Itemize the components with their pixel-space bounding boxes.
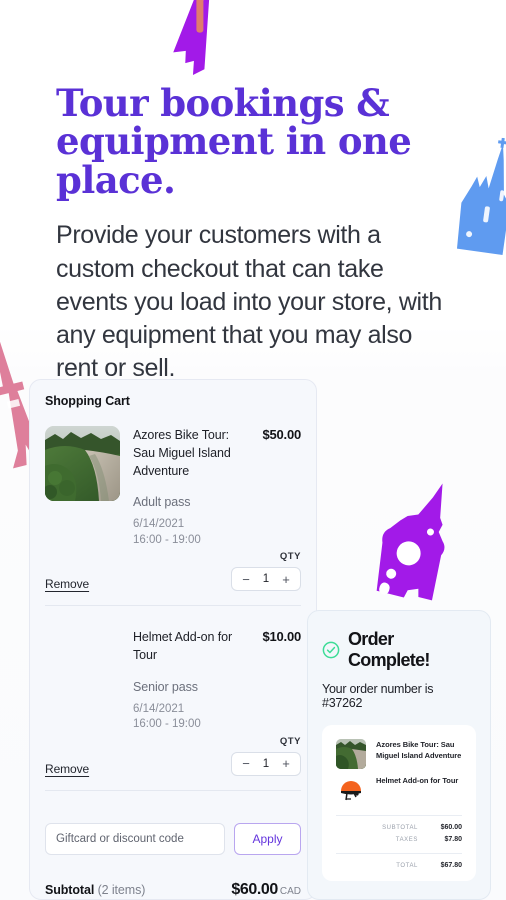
check-circle-icon	[322, 641, 340, 659]
helmet-icon	[336, 775, 366, 805]
quantity-block: QTY − 1 +	[231, 551, 301, 592]
summary-subtotal-label: SUBTOTAL	[382, 825, 418, 831]
castle-icon	[447, 133, 506, 268]
cart-item-datetime: 6/14/2021 16:00 - 19:00	[133, 517, 249, 548]
quantity-label: QTY	[279, 551, 301, 563]
cart-item-time: 16:00 - 19:00	[133, 718, 201, 731]
church-steeple-icon	[358, 470, 468, 610]
cart-item-time: 16:00 - 19:00	[133, 533, 201, 546]
summary-line-subtotal: SUBTOTAL $60.00	[336, 824, 462, 831]
cart-item-name: Azores Bike Tour: Sau Miguel Island Adve…	[133, 428, 231, 478]
cart-item-date: 6/14/2021	[133, 518, 185, 531]
summary-line-total: TOTAL $67.80	[336, 862, 462, 869]
cart-item-date: 6/14/2021	[133, 702, 185, 715]
cart-item-variant: Senior pass	[133, 679, 198, 694]
cart-item-datetime: 6/14/2021 16:00 - 19:00	[133, 702, 249, 733]
apply-discount-button[interactable]: Apply	[234, 822, 301, 855]
item-divider	[45, 789, 301, 791]
landing-page: Tour bookings & equipment in one place. …	[0, 0, 506, 900]
order-summary-item-name: Helmet Add-on for Tour	[376, 776, 459, 785]
remove-item-link[interactable]: Remove	[45, 577, 89, 591]
page-title-line1: Tour bookings &	[56, 81, 390, 125]
hero-subtitle: Provide your customers with a custom che…	[56, 221, 442, 383]
product-thumbnail	[336, 739, 366, 769]
hero-section: Tour bookings & equipment in one place. …	[56, 84, 450, 386]
cart-item-info: Helmet Add-on for Tour Senior pass 6/14/…	[133, 628, 249, 733]
summary-taxes-label: TAXES	[395, 837, 418, 843]
quantity-block: QTY − 1 +	[231, 736, 301, 776]
summary-line-taxes: TAXES $7.80	[336, 836, 462, 843]
summary-taxes-value: $7.80	[444, 836, 462, 843]
subtotal-amount: $60.00	[231, 880, 278, 898]
order-complete-header: Order Complete!	[322, 629, 476, 671]
cart-item-name: Helmet Add-on for Tour	[133, 630, 233, 663]
quantity-increment-button[interactable]: +	[276, 568, 296, 590]
order-summary-item-name: Azores Bike Tour: Sau Miguel Island Adve…	[376, 740, 462, 760]
order-complete-card: Order Complete! Your order number is #37…	[307, 610, 491, 900]
cart-item-price: $50.00	[262, 427, 301, 442]
quantity-stepper[interactable]: − 1 +	[231, 751, 301, 776]
quantity-value: 1	[262, 757, 270, 770]
quantity-decrement-button[interactable]: −	[236, 568, 256, 590]
page-title: Tour bookings & equipment in one place.	[56, 81, 450, 202]
quantity-label: QTY	[279, 735, 301, 747]
subtotal-label: Subtotal	[45, 882, 95, 897]
shopping-cart-card: Shopping Cart Azores Bike Tour: Sau Migu…	[29, 379, 317, 900]
product-thumbnail	[45, 628, 120, 703]
windmill-icon	[135, 0, 252, 87]
subtotal-amount-group: $60.00 CAD	[231, 881, 301, 899]
quantity-increment-button[interactable]: +	[276, 753, 296, 775]
cart-item-controls: Remove QTY − 1 +	[45, 736, 301, 776]
order-complete-title: Order Complete!	[348, 629, 430, 670]
cart-item-variant: Adult pass	[133, 495, 191, 510]
cart-item-row: Azores Bike Tour: Sau Miguel Island Adve…	[45, 426, 301, 548]
cart-title: Shopping Cart	[45, 394, 130, 408]
subtotal-row: Subtotal (2 items) $60.00 CAD	[45, 881, 301, 899]
page-title-line2: equipment in one place.	[56, 119, 412, 202]
summary-divider	[336, 853, 462, 854]
summary-divider	[336, 815, 462, 816]
cart-item-price: $10.00	[262, 629, 301, 645]
order-summary-item: Azores Bike Tour: Sau Miguel Island Adve…	[336, 739, 462, 769]
discount-code-input[interactable]	[45, 822, 225, 855]
cart-item: Azores Bike Tour: Sau Miguel Island Adve…	[45, 426, 301, 616]
cart-item-info: Azores Bike Tour: Sau Miguel Island Adve…	[133, 426, 249, 548]
summary-subtotal-value: $60.00	[440, 824, 462, 831]
item-divider	[45, 605, 301, 607]
quantity-stepper[interactable]: − 1 +	[231, 567, 301, 592]
quantity-value: 1	[262, 573, 270, 586]
cart-item-controls: Remove QTY − 1 +	[45, 551, 301, 592]
subtotal-currency: CAD	[279, 885, 301, 897]
order-number-text: Your order number is #37262	[322, 682, 434, 710]
discount-row: Apply	[45, 822, 301, 855]
remove-item-link[interactable]: Remove	[45, 762, 89, 776]
summary-total-value: $67.80	[440, 862, 462, 869]
summary-total-label: TOTAL	[396, 863, 418, 869]
order-summary-panel: Azores Bike Tour: Sau Miguel Island Adve…	[322, 725, 476, 881]
quantity-decrement-button[interactable]: −	[236, 753, 256, 775]
cart-item: Helmet Add-on for Tour Senior pass 6/14/…	[45, 628, 301, 801]
subtotal-label-group: Subtotal (2 items)	[45, 883, 145, 897]
cart-item-row: Helmet Add-on for Tour Senior pass 6/14/…	[45, 628, 301, 733]
subtotal-item-count: (2 items)	[97, 882, 146, 897]
order-summary-item: Helmet Add-on for Tour	[336, 775, 462, 805]
product-thumbnail	[45, 426, 120, 501]
